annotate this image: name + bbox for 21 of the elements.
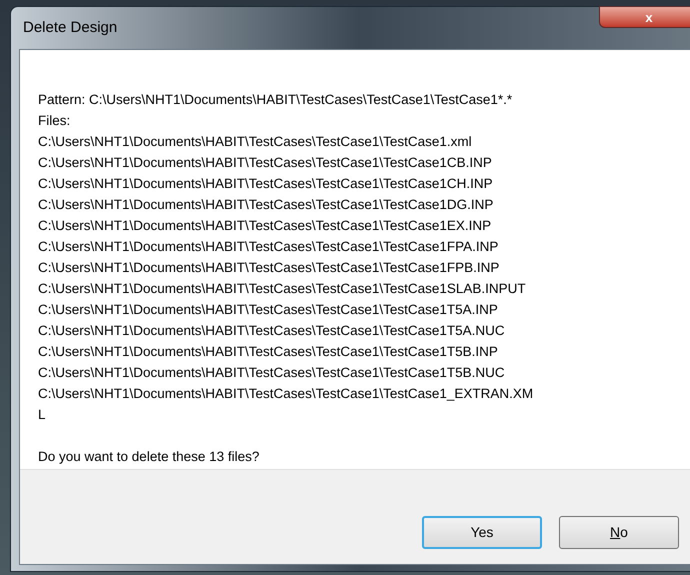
dialog-button[interactable]: No [559, 516, 679, 549]
file-path: C:\Users\NHT1\Documents\HABIT\TestCases\TestCase1\TestCase1FPB.INP [38, 259, 500, 277]
file-path: C:\Users\NHT1\Documents\HABIT\TestCases\TestCase1\TestCase1EX.INP [38, 217, 492, 235]
file-path: C:\Users\NHT1\Documents\HABIT\TestCases\TestCase1\TestCase1T5A.INP [38, 301, 498, 319]
file-path: C:\Users\NHT1\Documents\HABIT\TestCases\TestCase1\TestCase1CH.INP [38, 175, 493, 193]
file-path: C:\Users\NHT1\Documents\HABIT\TestCases\TestCase1\TestCase1DG.INP [38, 196, 494, 214]
close-button[interactable]: x [599, 6, 690, 28]
dialog-button[interactable]: Yes [422, 516, 542, 549]
file-path: C:\Users\NHT1\Documents\HABIT\TestCases\TestCase1\TestCase1SLAB.INPUT [38, 280, 526, 298]
file-path: C:\Users\NHT1\Documents\HABIT\TestCases\TestCase1\TestCase1T5B.INP [38, 343, 498, 361]
file-path: C:\Users\NHT1\Documents\HABIT\TestCases\TestCase1\TestCase1CB.INP [38, 154, 492, 172]
question-text: Do you want to delete these 13 files? [38, 448, 260, 466]
file-path: L [38, 406, 46, 424]
file-path: C:\Users\NHT1\Documents\HABIT\TestCases\TestCase1\TestCase1T5A.NUC [38, 322, 505, 340]
file-path: C:\Users\NHT1\Documents\HABIT\TestCases\TestCase1\TestCase1_EXTRAN.XM [38, 385, 534, 403]
file-path: C:\Users\NHT1\Documents\HABIT\TestCases\TestCase1\TestCase1FPA.INP [38, 238, 498, 256]
pattern-text: Pattern: C:\Users\NHT1\Documents\HABIT\TestCases\TestCase1\TestCase1*.* [38, 91, 512, 109]
file-path: C:\Users\NHT1\Documents\HABIT\TestCases\TestCase1\TestCase1T5B.NUC [38, 364, 505, 382]
file-path: C:\Users\NHT1\Documents\HABIT\TestCases\TestCase1\TestCase1.xml [38, 133, 472, 151]
files-label: Files: [38, 112, 70, 130]
window-title: Delete Design [23, 18, 118, 38]
